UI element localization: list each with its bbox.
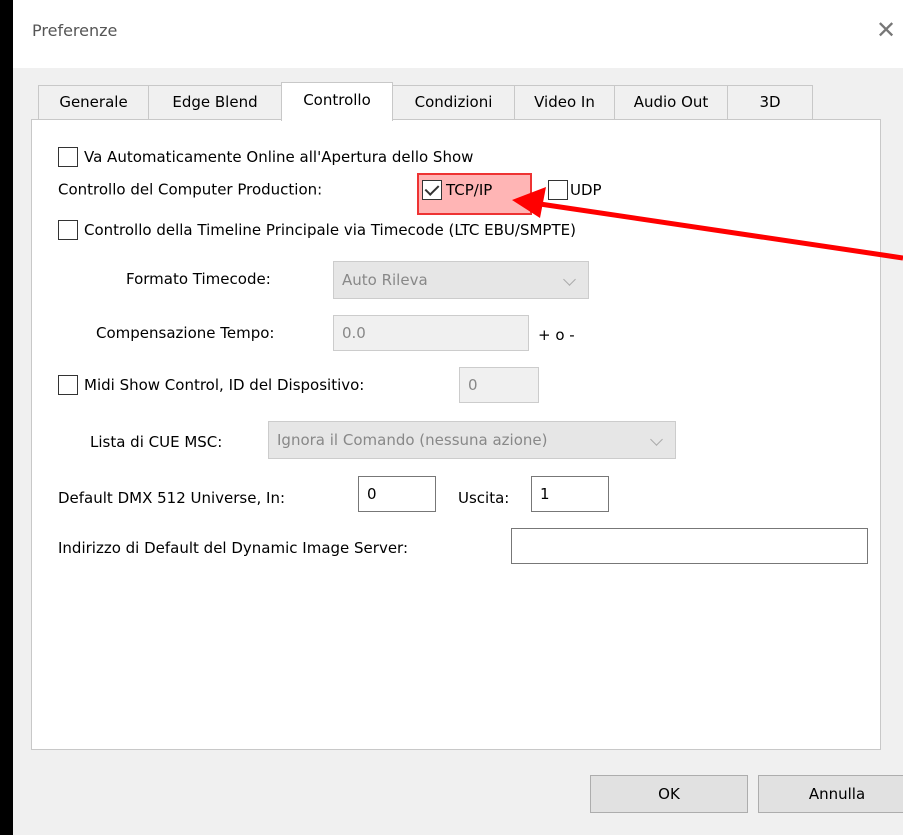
title-bar: Preferenze ✕ <box>13 0 903 68</box>
tab-generale[interactable]: Generale <box>38 85 149 119</box>
chevron-down-icon <box>650 433 663 446</box>
midi-device-id-field[interactable]: 0 <box>459 367 539 403</box>
udp-checkbox[interactable] <box>548 180 568 200</box>
midi-show-control-checkbox[interactable] <box>58 375 78 395</box>
udp-label: UDP <box>570 181 602 199</box>
msc-cue-list-label: Lista di CUE MSC: <box>90 433 223 451</box>
auto-online-row: Va Automaticamente Online all'Apertura d… <box>58 147 473 167</box>
midi-show-control-label: Midi Show Control, ID del Dispositivo: <box>84 376 365 394</box>
tab-audio-out[interactable]: Audio Out <box>614 85 728 119</box>
timecode-format-value: Auto Rileva <box>342 271 428 289</box>
time-compensation-suffix: + o - <box>538 326 575 344</box>
computer-production-row: Controllo del Computer Production: <box>58 180 322 199</box>
chevron-down-icon <box>563 273 576 286</box>
tcpip-checkbox[interactable] <box>422 180 442 200</box>
dmx-out-label: Uscita: <box>458 489 510 507</box>
image-server-label: Indirizzo di Default del Dynamic Image S… <box>58 539 409 557</box>
timecode-control-label: Controllo della Timeline Principale via … <box>84 221 576 239</box>
time-compensation-field[interactable]: 0.0 <box>333 315 529 351</box>
tab-3d[interactable]: 3D <box>727 85 813 119</box>
auto-online-checkbox[interactable] <box>58 147 78 167</box>
tab-controllo[interactable]: Controllo <box>281 82 393 121</box>
ok-button[interactable]: OK <box>590 775 748 813</box>
time-compensation-label: Compensazione Tempo: <box>96 324 275 342</box>
dmx-in-field[interactable]: 0 <box>358 476 436 512</box>
midi-show-control-row: Midi Show Control, ID del Dispositivo: <box>58 375 364 395</box>
window-title: Preferenze <box>32 21 118 40</box>
close-icon[interactable]: ✕ <box>873 17 899 43</box>
msc-cue-list-value: Ignora il Comando (nessuna azione) <box>277 431 548 449</box>
dmx-out-field[interactable]: 1 <box>531 476 609 512</box>
cancel-button[interactable]: Annulla <box>758 775 903 813</box>
timecode-control-checkbox[interactable] <box>58 220 78 240</box>
timecode-control-row: Controllo della Timeline Principale via … <box>58 220 576 240</box>
udp-option: UDP <box>548 180 602 200</box>
tab-video-in[interactable]: Video In <box>514 85 615 119</box>
timecode-format-label: Formato Timecode: <box>126 270 271 288</box>
tab-edge-blend[interactable]: Edge Blend <box>148 85 282 119</box>
msc-cue-list-select[interactable]: Ignora il Comando (nessuna azione) <box>268 421 676 459</box>
controllo-panel: Va Automaticamente Online all'Apertura d… <box>31 119 881 750</box>
tcpip-label: TCP/IP <box>446 181 493 199</box>
dmx-in-label: Default DMX 512 Universe, In: <box>58 489 285 507</box>
image-server-field[interactable] <box>511 528 868 564</box>
auto-online-label: Va Automaticamente Online all'Apertura d… <box>84 148 474 166</box>
tcpip-option: TCP/IP <box>422 180 492 200</box>
computer-production-label: Controllo del Computer Production: <box>58 180 323 199</box>
timecode-format-select[interactable]: Auto Rileva <box>333 261 589 299</box>
tab-condizioni[interactable]: Condizioni <box>392 85 515 119</box>
preferences-window: Preferenze ✕ Generale Edge Blend Control… <box>13 0 903 835</box>
